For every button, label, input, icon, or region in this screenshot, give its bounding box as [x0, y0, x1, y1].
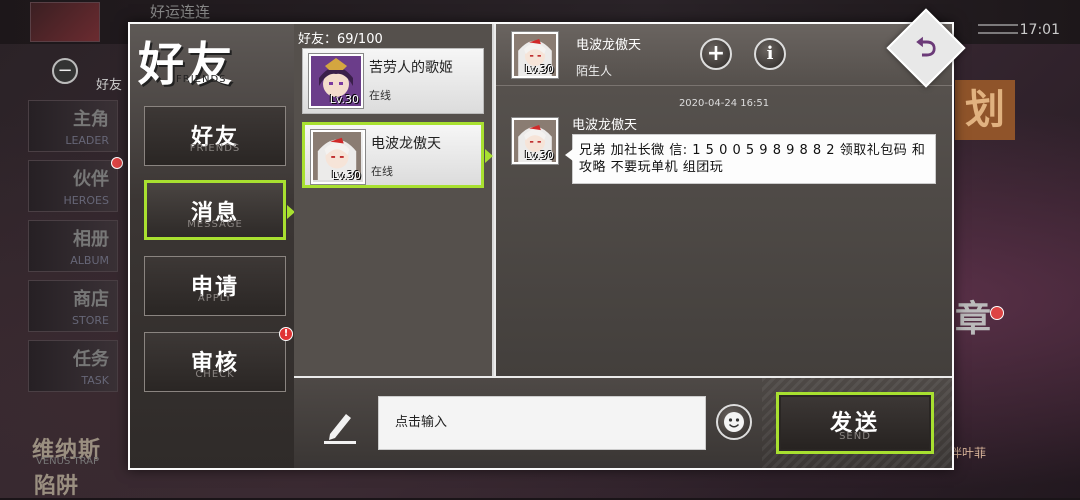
friend-status: 在线 [371, 165, 393, 178]
friend-name: 电波龙傲天 [371, 136, 441, 152]
side-menu-heroes[interactable]: 伙伴 HEROES [28, 157, 123, 212]
smiley-icon[interactable] [716, 404, 752, 440]
pencil-icon [324, 414, 356, 444]
notification-dot [111, 157, 123, 169]
signal-icon [978, 24, 1018, 34]
top-title: 好运连连 [150, 3, 211, 21]
level-label: Lv.30 [524, 63, 554, 76]
side-menu-label: 伙伴 [73, 169, 109, 190]
side-menu-task[interactable]: 任务 TASK [28, 340, 118, 392]
minus-icon[interactable]: − [52, 58, 78, 84]
side-menu-label: 主角 [73, 109, 109, 130]
smiley-face-icon [724, 412, 744, 432]
chat-partner-relation: 陌生人 [576, 64, 613, 78]
send-button[interactable]: 发送 SEND [776, 392, 934, 454]
tab-sublabel: MESSAGE [187, 219, 243, 230]
friend-count: 好友：69/100 [298, 32, 383, 47]
right-banner[interactable]: 划 [955, 80, 1015, 140]
side-menu-sublabel: STORE [72, 314, 109, 327]
side-menu-sublabel: ALBUM [70, 254, 109, 267]
tab-sublabel: CHECK [195, 369, 235, 380]
plus-icon[interactable]: + [700, 38, 732, 70]
friends-shortcut-label[interactable]: 好友 [96, 74, 122, 93]
chat-header: Lv.30 电波龙傲天 陌生人 + i [496, 24, 952, 86]
send-sublabel: SEND [839, 431, 871, 442]
input-bar: 点击输入 发送 SEND [294, 378, 952, 468]
tab-apply[interactable]: 申请 APPLY [144, 256, 286, 316]
friends-dialog: 好友 FRIENDS 好友 FRIENDS 消息 MESSAGE 申请 APPL… [128, 22, 954, 470]
dialog-subtitle: FRIENDS [176, 74, 227, 85]
side-menu-store[interactable]: 商店 STORE [28, 280, 118, 332]
tabs-column: 好友 FRIENDS 好友 FRIENDS 消息 MESSAGE 申请 APPL… [130, 24, 295, 468]
side-menu-sublabel: HEROES [63, 194, 109, 207]
avatar[interactable]: Lv.30 [512, 32, 558, 78]
side-menu-label: 任务 [73, 349, 109, 370]
tab-check[interactable]: 审核 CHECK ! [144, 327, 293, 392]
tab-sublabel: APPLY [197, 293, 233, 304]
message-bubble: 兄弟 加社长微 信: 1 5 0 0 5 9 8 9 8 8 2 领取礼包码 和… [565, 134, 936, 184]
right-caption: 伴叶菲 [950, 446, 987, 460]
message-input[interactable]: 点击输入 [378, 396, 706, 450]
tab-friends[interactable]: 好友 FRIENDS [144, 106, 286, 166]
avatar: Lv.30 [309, 54, 363, 108]
right-chapter[interactable]: 章 [955, 290, 995, 350]
side-menu-label: 商店 [73, 289, 109, 310]
tab-sublabel: FRIENDS [189, 143, 241, 154]
player-avatar[interactable] [30, 2, 100, 42]
notification-dot [990, 306, 1004, 320]
side-menu-leader[interactable]: 主角 LEADER [28, 100, 118, 152]
level-label: Lv.30 [329, 93, 359, 106]
avatar[interactable]: Lv.30 [512, 118, 558, 164]
level-label: Lv.30 [331, 169, 361, 182]
message-sender: 电波龙傲天 [572, 118, 638, 133]
side-menu-sublabel: LEADER [65, 134, 109, 147]
message-timestamp: 2020-04-24 16:51 [678, 98, 770, 109]
chat-partner-name: 电波龙傲天 [576, 38, 642, 53]
info-icon[interactable]: i [754, 38, 786, 70]
back-arrow-icon: ⮌ [915, 33, 937, 63]
level-label: Lv.30 [524, 149, 554, 162]
clock: 17:01 [1019, 22, 1060, 38]
friend-list-item[interactable]: Lv.30 苦劳人的歌姬 在线 [302, 48, 484, 114]
chat-panel: Lv.30 电波龙傲天 陌生人 + i 2020-04-24 16:51 Lv.… [496, 24, 952, 376]
alert-badge-icon: ! [279, 327, 293, 341]
friend-name: 苦劳人的歌姬 [369, 60, 453, 76]
event-subtitle: VENUS TRAP [36, 456, 100, 467]
event-title-2: 陷阱 [34, 473, 79, 499]
side-menu-sublabel: TASK [81, 374, 109, 387]
side-menu-album[interactable]: 相册 ALBUM [28, 220, 118, 272]
tab-message[interactable]: 消息 MESSAGE [144, 180, 295, 240]
friend-status: 在线 [369, 89, 391, 102]
friend-list: 好友：69/100 Lv.30 苦劳人的歌姬 在线 Lv.30 电波龙傲天 在线 [294, 24, 494, 376]
friend-list-item-selected[interactable]: Lv.30 电波龙傲天 在线 [302, 122, 493, 188]
side-menu-label: 相册 [73, 229, 109, 250]
avatar: Lv.30 [311, 130, 365, 184]
